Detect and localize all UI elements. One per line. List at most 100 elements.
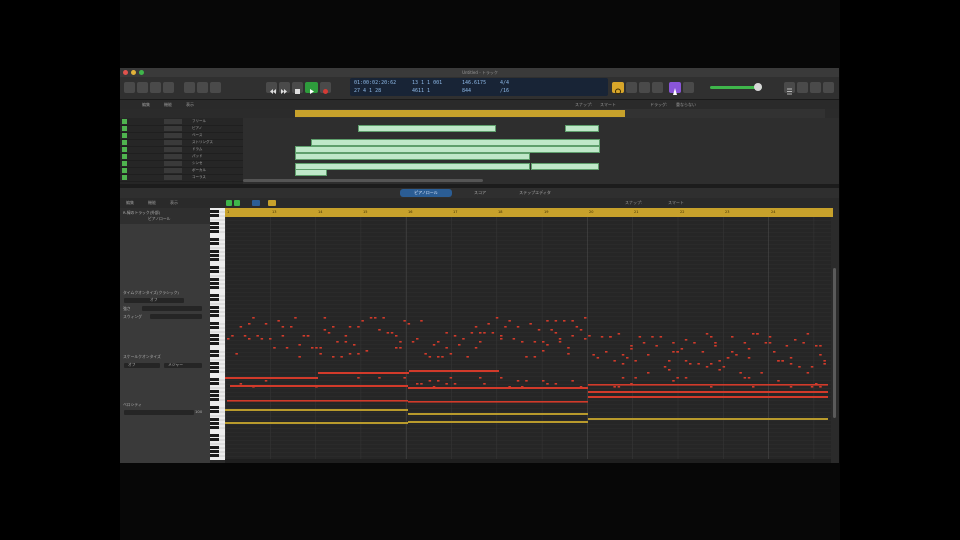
midi-note[interactable]	[546, 383, 549, 385]
arrange-edit-menu[interactable]: 編集	[142, 100, 150, 109]
midi-note[interactable]	[764, 342, 768, 344]
midi-note[interactable]	[638, 336, 642, 338]
midi-note[interactable]	[621, 354, 625, 356]
editor-snap-select[interactable]: スマート	[668, 198, 684, 208]
midi-note[interactable]	[340, 356, 343, 358]
midi-note[interactable]	[285, 347, 289, 349]
midi-note[interactable]	[752, 333, 755, 335]
midi-note[interactable]	[789, 386, 793, 388]
midi-note[interactable]	[525, 380, 528, 382]
midi-note[interactable]	[705, 333, 709, 335]
midi-note[interactable]	[529, 323, 532, 325]
catch-button[interactable]	[268, 200, 276, 206]
midi-note[interactable]	[613, 360, 616, 362]
midi-note[interactable]	[785, 345, 789, 347]
link-button[interactable]	[252, 200, 260, 206]
midi-note[interactable]	[542, 380, 545, 382]
midi-note[interactable]	[806, 333, 810, 335]
midi-note[interactable]	[588, 418, 828, 420]
midi-note[interactable]	[542, 341, 545, 343]
midi-note[interactable]	[512, 338, 516, 340]
midi-note[interactable]	[445, 383, 448, 385]
midi-note[interactable]	[521, 341, 524, 343]
midi-note[interactable]	[823, 363, 826, 365]
midi-note[interactable]	[239, 326, 243, 328]
midi-note[interactable]	[588, 384, 828, 386]
midi-note[interactable]	[458, 344, 461, 346]
midi-note[interactable]	[495, 317, 499, 319]
midi-note[interactable]	[409, 370, 499, 372]
quickhelp-button[interactable]	[150, 82, 161, 93]
midi-note[interactable]	[408, 413, 588, 415]
zoom-icon[interactable]	[139, 70, 144, 75]
rewind-button[interactable]	[266, 82, 277, 94]
midi-note[interactable]	[596, 357, 600, 359]
midi-note[interactable]	[491, 332, 495, 334]
midi-note[interactable]	[647, 372, 650, 374]
midi-note[interactable]	[768, 342, 772, 344]
midi-note[interactable]	[747, 348, 751, 350]
mute-solo-buttons[interactable]	[164, 168, 182, 173]
midi-note[interactable]	[718, 369, 721, 371]
midi-note[interactable]	[306, 335, 310, 337]
midi-note[interactable]	[336, 341, 339, 343]
midi-note[interactable]	[449, 377, 453, 379]
midi-note[interactable]	[225, 377, 318, 379]
tab-step-editor[interactable]: ステップエディタ	[508, 189, 562, 197]
midi-note[interactable]	[483, 332, 486, 334]
midi-note[interactable]	[395, 347, 398, 349]
midi-note[interactable]	[752, 386, 755, 388]
midi-note[interactable]	[390, 332, 394, 334]
midi-note[interactable]	[558, 341, 562, 343]
midi-note[interactable]	[621, 377, 625, 379]
midi-note[interactable]	[714, 345, 717, 347]
midi-note[interactable]	[344, 335, 348, 337]
midi-note[interactable]	[802, 342, 805, 344]
midi-note[interactable]	[613, 386, 616, 388]
note-canvas[interactable]	[225, 217, 831, 459]
tuner-button[interactable]	[626, 82, 637, 93]
arrange-functions-menu[interactable]: 機能	[164, 100, 172, 109]
midi-note[interactable]	[332, 326, 335, 328]
midi-note[interactable]	[554, 383, 558, 385]
midi-note[interactable]	[756, 333, 759, 335]
midi-note[interactable]	[605, 351, 608, 353]
midi-note[interactable]	[617, 386, 621, 388]
piano-roll-ruler[interactable]: 1 13 14 15 16 17 18 19 20 21 22 23 24	[225, 208, 833, 217]
midi-note[interactable]	[264, 380, 268, 382]
midi-note[interactable]	[575, 326, 579, 328]
midi-note[interactable]	[369, 317, 373, 319]
midi-note[interactable]	[386, 332, 390, 334]
toolbar-button[interactable]	[163, 82, 174, 93]
track-header[interactable]: コーラス	[120, 174, 243, 182]
midi-note[interactable]	[533, 341, 537, 343]
midi-note[interactable]	[789, 363, 793, 365]
midi-note[interactable]	[487, 323, 490, 325]
midi-note[interactable]	[428, 356, 432, 358]
solo-button[interactable]	[639, 82, 650, 93]
editor-functions-menu[interactable]: 機能	[148, 198, 156, 208]
mute-solo-buttons[interactable]	[164, 119, 182, 124]
midi-note[interactable]	[470, 332, 474, 334]
midi-note[interactable]	[399, 341, 402, 343]
midi-note[interactable]	[298, 344, 301, 346]
stop-button[interactable]	[292, 82, 303, 94]
midi-note[interactable]	[571, 380, 574, 382]
midi-note[interactable]	[773, 351, 776, 353]
midi-note[interactable]	[533, 356, 537, 358]
midi-note[interactable]	[554, 332, 558, 334]
midi-note[interactable]	[672, 351, 675, 353]
midi-note[interactable]	[672, 380, 675, 382]
midi-note[interactable]	[684, 339, 688, 341]
midi-note[interactable]	[319, 353, 322, 355]
midi-note[interactable]	[663, 366, 667, 368]
midi-note[interactable]	[647, 354, 650, 356]
midi-note[interactable]	[726, 357, 730, 359]
midi-note[interactable]	[693, 342, 696, 344]
midi-note[interactable]	[437, 356, 440, 358]
close-icon[interactable]	[123, 70, 128, 75]
midi-note[interactable]	[382, 317, 385, 319]
mixer-button[interactable]	[197, 82, 208, 93]
midi-note[interactable]	[701, 351, 705, 353]
midi-note[interactable]	[319, 347, 322, 349]
